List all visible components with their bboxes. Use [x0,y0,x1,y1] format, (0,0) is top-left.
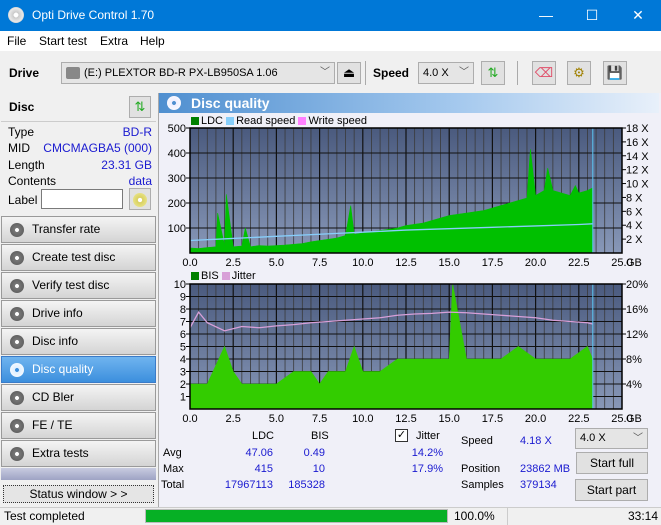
y-tick-label-right: 6 X [626,206,643,218]
x-tick-label: 12.5 [395,413,416,425]
y-tick-label-left: 200 [168,198,186,210]
progress-fill [146,510,447,522]
position-value: 23862 MB [520,463,571,475]
y-tick-label-left: 7 [180,317,186,329]
stats-max-label: Max [163,463,184,475]
x-tick-label: 0.0 [182,257,197,269]
x-tick-label: 5.0 [269,257,284,269]
y-tick-label-right: 2 X [626,234,643,246]
y-tick-label-left: 4 [180,354,186,366]
x-tick-label: 22.5 [568,413,589,425]
y-tick-label-left: 500 [168,123,186,135]
stats-avg-ldc: 47.06 [245,447,273,459]
y-tick-label-right: 12% [626,329,648,341]
x-tick-label: 7.5 [312,257,327,269]
stats-max-bis: 10 [312,463,325,475]
progress-text: 100.0% [454,509,495,523]
x-tick-label: 5.0 [269,413,284,425]
stats-max-jitter: 17.9% [411,463,443,475]
jitter-label: Jitter [416,430,440,442]
stats-col-bis: BIS [311,430,329,442]
x-tick-label: 15.0 [438,257,459,269]
y-tick-label-right: 8% [626,354,642,366]
test-speed-value: 4.0 X [580,432,606,444]
y-tick-label-left: 1 [180,392,186,404]
stats-col-ldc: LDC [252,430,275,442]
status-bar: Test completed 100.0% 33:14 [0,507,661,525]
stats-avg-label: Avg [163,447,182,459]
x-tick-label: 20.0 [525,413,546,425]
y-tick-label-right: 4 X [626,220,643,232]
chevron-down-icon: ﹀ [633,433,643,444]
y-tick-label-right: 14 X [626,151,649,163]
stats-total-bis: 185328 [288,479,325,491]
y-tick-label-left: 400 [168,148,186,160]
start-part-button[interactable]: Start part [575,479,648,501]
y-tick-label-left: 100 [168,223,186,235]
position-label: Position [461,463,501,475]
divider [507,508,508,525]
x-tick-label: 17.5 [482,257,503,269]
stats-total-ldc: 17967113 [224,479,273,491]
y-tick-label-left: 10 [174,279,186,291]
charts-svg: 50040030020010018 X16 X14 X12 X10 X8 X6 … [168,123,650,425]
x-axis-label: GB [626,413,642,425]
samples-value: 379134 [520,479,557,491]
y-tick-label-left: 9 [180,292,186,304]
x-tick-label: 12.5 [395,257,416,269]
chart-1: 10987654321 20% 16% 12% 8% 4% 0.0 2.5 5.0 7.5 10.0… [174,279,648,425]
y-tick-label-right: 12 X [626,165,649,177]
test-speed-select[interactable]: 4.0 X ﹀ [575,428,648,449]
y-tick-label-left: 6 [180,329,186,341]
x-tick-label: 17.5 [482,413,503,425]
y-tick-label-left: 5 [180,342,186,354]
stats-total-label: Total [161,479,185,491]
y-tick-label-right: 10 X [626,179,649,191]
y-tick-label-left: 8 [180,304,186,316]
speed-label: Speed [461,435,493,447]
progress-bar [145,509,448,523]
y-tick-label-right: 8 X [626,192,643,204]
x-axis-label: GB [626,257,642,269]
x-tick-label: 10.0 [352,413,373,425]
speed-value: 4.18 X [520,435,552,447]
x-tick-label: 2.5 [226,257,241,269]
x-tick-label: 0.0 [182,413,197,425]
chart-0: 500 400 300 200 100 18 X 16 X 14 X 12 X 10 X8 X 6 … [168,123,650,269]
x-tick-label: 2.5 [226,413,241,425]
y-tick-label-right: 18 X [626,123,649,135]
y-tick-label-right: 20% [626,279,648,291]
y-tick-label-left: 3 [180,367,186,379]
x-tick-label: 20.0 [525,257,546,269]
jitter-checkbox[interactable]: ✓ [395,429,408,442]
stats-avg-jitter: 14.2% [411,447,443,459]
stats-max-ldc: 415 [254,463,273,475]
y-tick-label-right: 16% [626,304,648,316]
start-full-button[interactable]: Start full [576,452,648,474]
y-tick-label-right: 16 X [626,137,649,149]
x-tick-label: 22.5 [568,257,589,269]
x-tick-label: 10.0 [352,257,373,269]
status-text: Test completed [4,509,85,523]
x-tick-label: 7.5 [312,413,327,425]
stats-avg-bis: 0.49 [303,447,325,459]
y-tick-label-left: 300 [168,173,186,185]
x-tick-label: 15.0 [438,413,459,425]
y-tick-label-right: 4% [626,379,642,391]
y-tick-label-left: 2 [180,379,186,391]
samples-label: Samples [461,479,504,491]
elapsed-time: 33:14 [628,509,659,523]
